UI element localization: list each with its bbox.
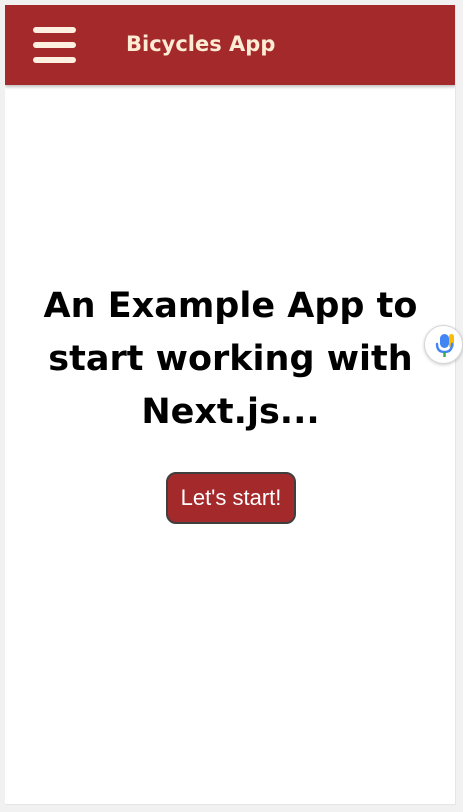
menu-bar-middle xyxy=(33,42,76,48)
app-title[interactable]: Bicycles App xyxy=(126,32,275,56)
microphone-icon xyxy=(435,334,454,357)
hero-section: An Example App to start working with Nex… xyxy=(5,280,455,439)
lets-start-button[interactable]: Let's start! xyxy=(166,472,296,524)
hero-heading-line-1: An Example App to xyxy=(43,286,418,326)
menu-bar-bottom xyxy=(33,57,76,63)
hero-heading-line-2: start working with xyxy=(48,339,413,379)
voice-assistant-button[interactable] xyxy=(424,325,463,364)
top-navbar: Bicycles App xyxy=(5,5,455,85)
hero-heading: An Example App to start working with Nex… xyxy=(5,280,455,439)
menu-bar-top xyxy=(33,27,76,33)
hero-heading-line-3: Next.js... xyxy=(141,392,320,432)
hamburger-menu-icon[interactable] xyxy=(33,27,76,63)
app-viewport: Bicycles App An Example App to start wor… xyxy=(5,5,456,805)
